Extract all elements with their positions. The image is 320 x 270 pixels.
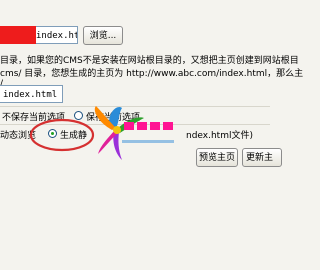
watermark-logo bbox=[94, 106, 174, 160]
file-path-value: index.htm bbox=[36, 31, 77, 41]
home-path-value: index.html bbox=[3, 90, 58, 100]
description-line-1: 目录，如果您的CMS不是安装在网站根目录的，又想把主页创建到网站根目 bbox=[0, 56, 299, 66]
file-path-field[interactable]: index.htm bbox=[36, 26, 78, 44]
home-path-field[interactable]: index.html bbox=[0, 85, 63, 103]
mode-trailing-text: ndex.html文件) bbox=[186, 131, 253, 141]
preview-home-button[interactable]: 预览主页 bbox=[196, 148, 238, 167]
update-home-button[interactable]: 更新主 bbox=[242, 148, 282, 167]
redacted-block bbox=[0, 26, 36, 44]
browse-button[interactable]: 浏览... bbox=[83, 26, 123, 45]
description-line-2: cms/ 目录，您想生成的主页为 http://www.abc.com/inde… bbox=[0, 69, 304, 79]
